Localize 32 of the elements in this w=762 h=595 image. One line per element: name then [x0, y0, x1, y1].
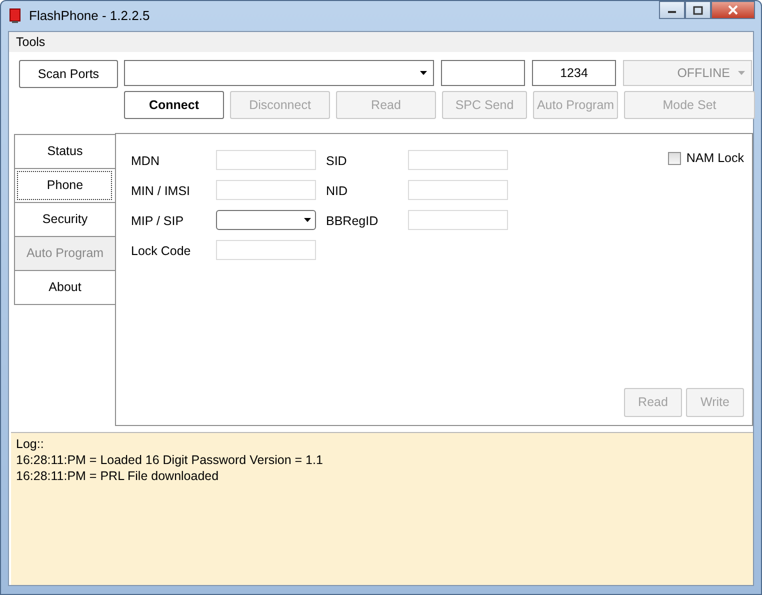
tab[interactable]: Status — [14, 134, 115, 169]
app-icon — [9, 8, 21, 24]
caret-icon — [738, 71, 745, 75]
field-label: MIP / SIP — [131, 213, 185, 230]
scan-ports-button[interactable]: Scan Ports — [19, 60, 118, 88]
checkbox[interactable] — [668, 152, 682, 165]
field-label: MDN — [131, 153, 160, 170]
toolbar-button[interactable]: Connect — [124, 91, 224, 119]
log-line: 16:28:11:PM = Loaded 16 Digit Password Version = 1.1 — [16, 452, 324, 468]
menu-item[interactable]: Tools — [14, 32, 48, 52]
field-label: NID — [326, 183, 349, 200]
minimize-button[interactable] — [659, 1, 685, 19]
dropdown-field[interactable] — [216, 210, 316, 230]
checkbox-label: NAM Lock — [686, 150, 744, 167]
dropdown-field[interactable] — [124, 60, 434, 86]
log-title: Log:: — [16, 436, 45, 452]
tab[interactable]: About — [14, 270, 115, 305]
maximize-icon — [693, 6, 703, 14]
log-line: 16:28:11:PM = PRL File downloaded — [16, 468, 220, 484]
input-field[interactable]: 1234 — [532, 60, 616, 86]
close-button[interactable] — [711, 1, 755, 19]
caret-icon — [420, 71, 427, 75]
input-field[interactable] — [441, 60, 525, 86]
field-label: MIN / IMSI — [131, 183, 192, 200]
field-label: BBRegID — [326, 213, 380, 230]
maximize-button[interactable] — [685, 1, 711, 19]
window-title: FlashPhone - 1.2.2.5 — [29, 6, 150, 25]
close-icon — [728, 5, 738, 15]
field-label: SID — [326, 153, 348, 170]
tab[interactable]: Phone — [14, 168, 115, 203]
caret-icon — [304, 218, 311, 222]
field-label: Lock Code — [131, 243, 192, 260]
